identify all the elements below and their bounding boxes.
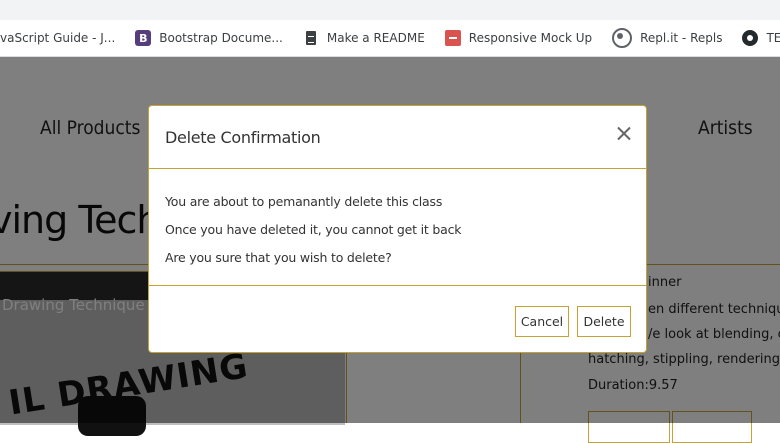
modal-header: Delete Confirmation: [149, 106, 646, 169]
modal-body: You are about to pemanantly delete this …: [149, 169, 646, 286]
github-icon: [742, 30, 759, 46]
bookmark-label: Responsive Mock Up: [468, 31, 593, 45]
mockup-icon: [444, 30, 461, 46]
modal-message-line: Once you have deleted it, you cannot get…: [165, 222, 462, 237]
cancel-button[interactable]: Cancel: [515, 306, 569, 337]
browser-top-strip: [0, 0, 780, 20]
delete-button[interactable]: Delete: [577, 306, 631, 337]
modal-footer: Cancel Delete: [149, 286, 646, 353]
repl-icon: [612, 28, 633, 48]
bookmark-bootstrap[interactable]: B Bootstrap Docume...: [123, 20, 291, 56]
close-icon[interactable]: [613, 123, 635, 145]
bookmark-label: TEMPLATE: [766, 31, 780, 45]
bookmark-replit[interactable]: Repl.it - Repls: [600, 20, 730, 56]
document-icon: [303, 30, 319, 46]
modal-title: Delete Confirmation: [165, 128, 321, 147]
bookmark-mockup[interactable]: Responsive Mock Up: [433, 20, 600, 56]
bookmark-template[interactable]: TEMPLATE: [730, 20, 780, 56]
modal-message-line: Are you sure that you wish to delete?: [165, 250, 392, 265]
bookmark-readme[interactable]: Make a README: [291, 20, 433, 56]
modal-message-line: You are about to pemanantly delete this …: [165, 194, 443, 209]
bookmark-javascript-guide[interactable]: vaScript Guide - J...: [0, 20, 123, 56]
bookmark-label: Make a README: [326, 31, 425, 45]
delete-confirmation-modal: Delete Confirmation You are about to pem…: [148, 105, 647, 353]
bootstrap-icon: B: [135, 30, 152, 46]
bookmarks-bar: vaScript Guide - J... B Bootstrap Docume…: [0, 20, 780, 57]
bookmark-label: Repl.it - Repls: [640, 31, 723, 45]
bookmark-label: vaScript Guide - J...: [0, 31, 116, 45]
bookmark-label: Bootstrap Docume...: [159, 31, 283, 45]
